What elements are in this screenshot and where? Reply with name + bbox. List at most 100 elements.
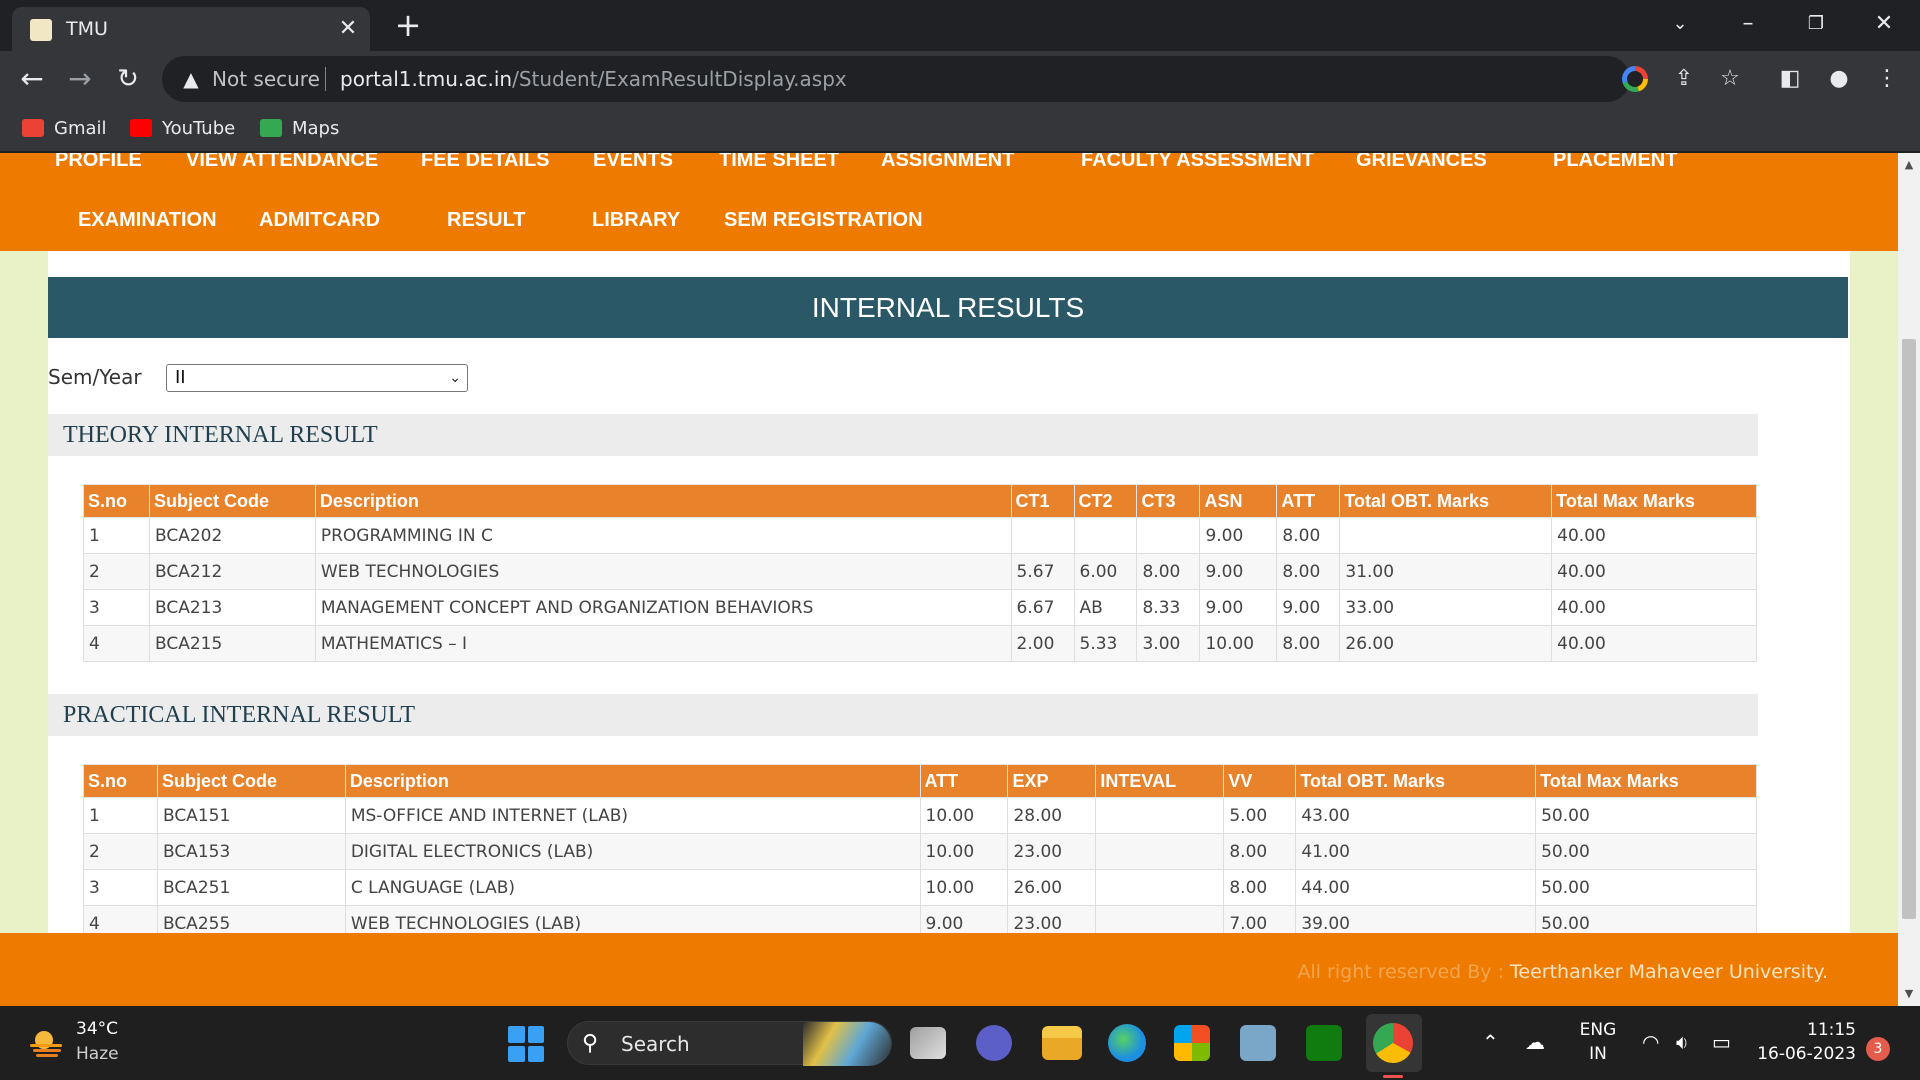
notification-badge[interactable]: 3: [1866, 1037, 1890, 1061]
security-label[interactable]: Not secure: [212, 67, 320, 91]
google-lens-icon[interactable]: [1622, 66, 1648, 92]
share-icon[interactable]: ⇪: [1667, 62, 1701, 96]
bookmark-youtube[interactable]: YouTube: [130, 116, 235, 142]
menu-events[interactable]: EVENTS: [593, 153, 673, 172]
menu-placement[interactable]: PLACEMENT: [1553, 153, 1677, 172]
menu-assignment[interactable]: ASSIGNMENT: [881, 153, 1014, 172]
chrome-icon[interactable]: [1373, 1023, 1413, 1063]
table-row: 3 BCA251 C LANGUAGE (LAB) 10.00 26.00 8.00 44.…: [83, 869, 1757, 906]
bookmarks-bar: Gmail YouTube Maps: [0, 107, 1920, 152]
sem-year-select[interactable]: II ⌄: [166, 364, 468, 392]
bookmark-maps[interactable]: Maps: [260, 116, 339, 142]
practical-header-row: S.no Subject Code Description ATT EXP INTEVAL…: [83, 764, 1757, 798]
scroll-thumb[interactable]: [1902, 339, 1916, 919]
menu-grievances[interactable]: GRIEVANCES: [1356, 153, 1487, 172]
theory-col-header: Total OBT. Marks: [1339, 484, 1553, 518]
bookmark-gmail[interactable]: Gmail: [22, 116, 107, 142]
tab-close-icon[interactable]: ✕: [334, 15, 362, 43]
scroll-down-icon[interactable]: ▼: [1898, 984, 1920, 1004]
theory-header-row: S.no Subject Code Description CT1 CT2 CT3 ASN A…: [83, 484, 1757, 518]
file-explorer-icon[interactable]: [1042, 1026, 1082, 1060]
forward-button[interactable]: →: [60, 59, 100, 99]
menu-examination[interactable]: EXAMINATION: [78, 209, 217, 232]
scroll-up-icon[interactable]: ▲: [1898, 155, 1920, 175]
table-cell: 50.00: [1535, 797, 1757, 834]
table-cell: 43.00: [1295, 797, 1537, 834]
address-bar[interactable]: ▲ Not secure portal1.tmu.ac.in/Student/E…: [162, 56, 1630, 102]
task-view-icon[interactable]: [910, 1027, 946, 1059]
clock-date[interactable]: 16-06-2023: [1756, 1044, 1856, 1064]
table-cell: 23.00: [1007, 833, 1097, 870]
warning-icon[interactable]: ▲: [178, 66, 204, 92]
bookmark-star-icon[interactable]: ☆: [1713, 62, 1747, 96]
profile-icon[interactable]: ●: [1822, 62, 1856, 96]
footer-university-link[interactable]: Teerthanker Mahaveer University.: [1510, 961, 1828, 983]
side-panel-icon[interactable]: ◧: [1773, 62, 1807, 96]
battery-icon[interactable]: ▭: [1712, 1030, 1731, 1054]
table-row: 1 BCA151 MS-OFFICE AND INTERNET (LAB) 10.00…: [83, 797, 1757, 834]
menu-kebab-icon[interactable]: ⋮: [1870, 62, 1904, 96]
microsoft-store-icon[interactable]: [1174, 1025, 1210, 1061]
table-cell: 2.00: [1010, 625, 1075, 662]
photos-app-icon[interactable]: [1240, 1025, 1276, 1061]
back-button[interactable]: ←: [12, 59, 52, 99]
teams-chat-icon[interactable]: [976, 1025, 1012, 1061]
table-cell: 41.00: [1295, 833, 1537, 870]
table-cell: 9.00: [1199, 589, 1278, 626]
clock-time[interactable]: 11:15: [1760, 1020, 1856, 1040]
url-text[interactable]: portal1.tmu.ac.in/Student/ExamResultDisp…: [340, 67, 847, 91]
theory-col-header: Subject Code: [148, 484, 316, 518]
restore-button[interactable]: ❐: [1796, 6, 1836, 42]
taskbar-search[interactable]: ⚲ Search: [567, 1021, 892, 1066]
menu-fee-details[interactable]: FEE DETAILS: [421, 153, 550, 172]
menu-admitcard[interactable]: ADMITCARD: [259, 209, 380, 232]
wifi-icon[interactable]: ◠: [1642, 1030, 1659, 1054]
new-tab-button[interactable]: +: [390, 8, 426, 42]
table-cell: 9.00: [1199, 517, 1278, 554]
language-region[interactable]: IN: [1578, 1044, 1618, 1064]
active-tab[interactable]: TMU ✕: [12, 7, 370, 51]
bookmark-label: Gmail: [54, 118, 107, 139]
table-cell: 2: [83, 553, 150, 590]
search-placeholder: Search: [621, 1032, 690, 1056]
language-primary[interactable]: ENG: [1578, 1020, 1618, 1040]
menu-sem-registration[interactable]: SEM REGISTRATION: [724, 209, 923, 232]
bookmark-label: YouTube: [162, 118, 236, 139]
table-cell: 3: [83, 589, 150, 626]
menu-profile[interactable]: PROFILE: [55, 153, 142, 172]
table-cell: [1010, 517, 1075, 554]
menu-library[interactable]: LIBRARY: [592, 209, 680, 232]
close-window-button[interactable]: ✕: [1864, 6, 1904, 42]
menu-time-sheet[interactable]: TIME SHEET: [719, 153, 839, 172]
table-cell: 40.00: [1551, 517, 1757, 554]
weather-temperature[interactable]: 34°C: [76, 1019, 118, 1039]
tab-search-icon[interactable]: ⌄: [1660, 6, 1700, 42]
table-cell: [1136, 517, 1201, 554]
theory-col-header: CT3: [1136, 484, 1201, 518]
table-cell: BCA215: [148, 625, 316, 662]
minimize-button[interactable]: –: [1728, 6, 1768, 42]
menu-faculty-assessment[interactable]: FACULTY ASSESSMENT: [1081, 153, 1314, 172]
menu-result[interactable]: RESULT: [447, 209, 526, 232]
onedrive-icon[interactable]: ☁: [1525, 1030, 1545, 1054]
theory-col-header: CT1: [1010, 484, 1075, 518]
table-row: 2 BCA153 DIGITAL ELECTRONICS (LAB) 10.00 23.…: [83, 833, 1757, 870]
windows-start-icon[interactable]: [508, 1026, 544, 1062]
chevron-up-icon[interactable]: ⌃: [1482, 1030, 1499, 1054]
tab-bar: TMU ✕ + ⌄ – ❐ ✕: [0, 0, 1920, 51]
table-cell: 6.00: [1073, 553, 1138, 590]
table-cell: 8.00: [1276, 517, 1341, 554]
table-cell: 50.00: [1535, 869, 1757, 906]
page-scrollbar[interactable]: ▲ ▼: [1898, 153, 1920, 1006]
table-cell: 1: [83, 797, 158, 834]
reload-button[interactable]: ↻: [108, 59, 148, 99]
table-cell: 6.67: [1010, 589, 1075, 626]
xbox-icon[interactable]: [1306, 1025, 1342, 1061]
haze-weather-icon[interactable]: [28, 1028, 64, 1058]
volume-icon[interactable]: 🔉︎: [1676, 1030, 1689, 1054]
menu-view-attendance[interactable]: VIEW ATTENDANCE: [186, 153, 378, 172]
weather-condition[interactable]: Haze: [76, 1044, 119, 1064]
edge-browser-icon[interactable]: [1108, 1024, 1146, 1062]
table-cell: 4: [83, 625, 150, 662]
table-cell: 40.00: [1551, 625, 1757, 662]
